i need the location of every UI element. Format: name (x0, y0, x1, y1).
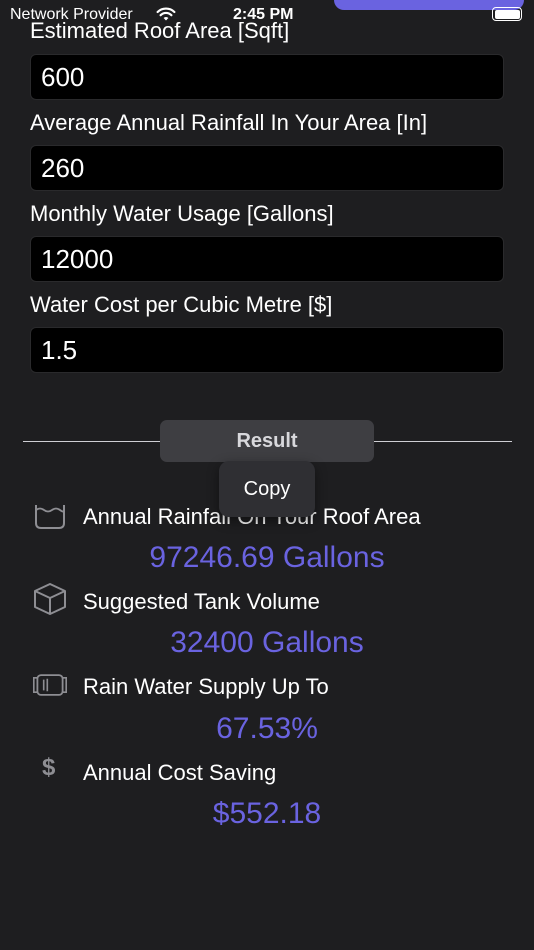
divider-right (374, 441, 512, 442)
rainfall-input[interactable] (30, 145, 504, 191)
copy-menu-item[interactable]: Copy (219, 461, 315, 517)
cost-saving-value: $552.18 (212, 797, 322, 830)
tank-volume-value: 32400 Gallons (170, 626, 364, 659)
water-usage-input[interactable] (30, 236, 504, 282)
cost-saving-label: Annual Cost Saving (83, 760, 277, 785)
dollar-icon: $ (42, 754, 56, 781)
basin-icon (35, 505, 65, 529)
divider-left (23, 441, 160, 442)
annual-rainfall-value: 97246.69 Gallons (149, 541, 385, 574)
roof-area-input[interactable] (30, 54, 504, 100)
battery-icon (492, 7, 522, 21)
cube-icon (34, 583, 66, 615)
rainfall-label: Average Annual Rainfall In Your Area [In… (30, 110, 428, 135)
roof-area-label: Estimated Roof Area [Sqft] (30, 18, 290, 43)
water-supply-label: Rain Water Supply Up To (83, 674, 329, 699)
water-usage-label: Monthly Water Usage [Gallons] (30, 201, 334, 226)
result-button[interactable]: Result (160, 420, 374, 462)
water-supply-value: 67.53% (216, 712, 318, 745)
water-cost-input[interactable] (30, 327, 504, 373)
tank-volume-label: Suggested Tank Volume (83, 589, 320, 614)
water-cost-label: Water Cost per Cubic Metre [$] (30, 292, 333, 317)
tank-icon (32, 674, 68, 696)
